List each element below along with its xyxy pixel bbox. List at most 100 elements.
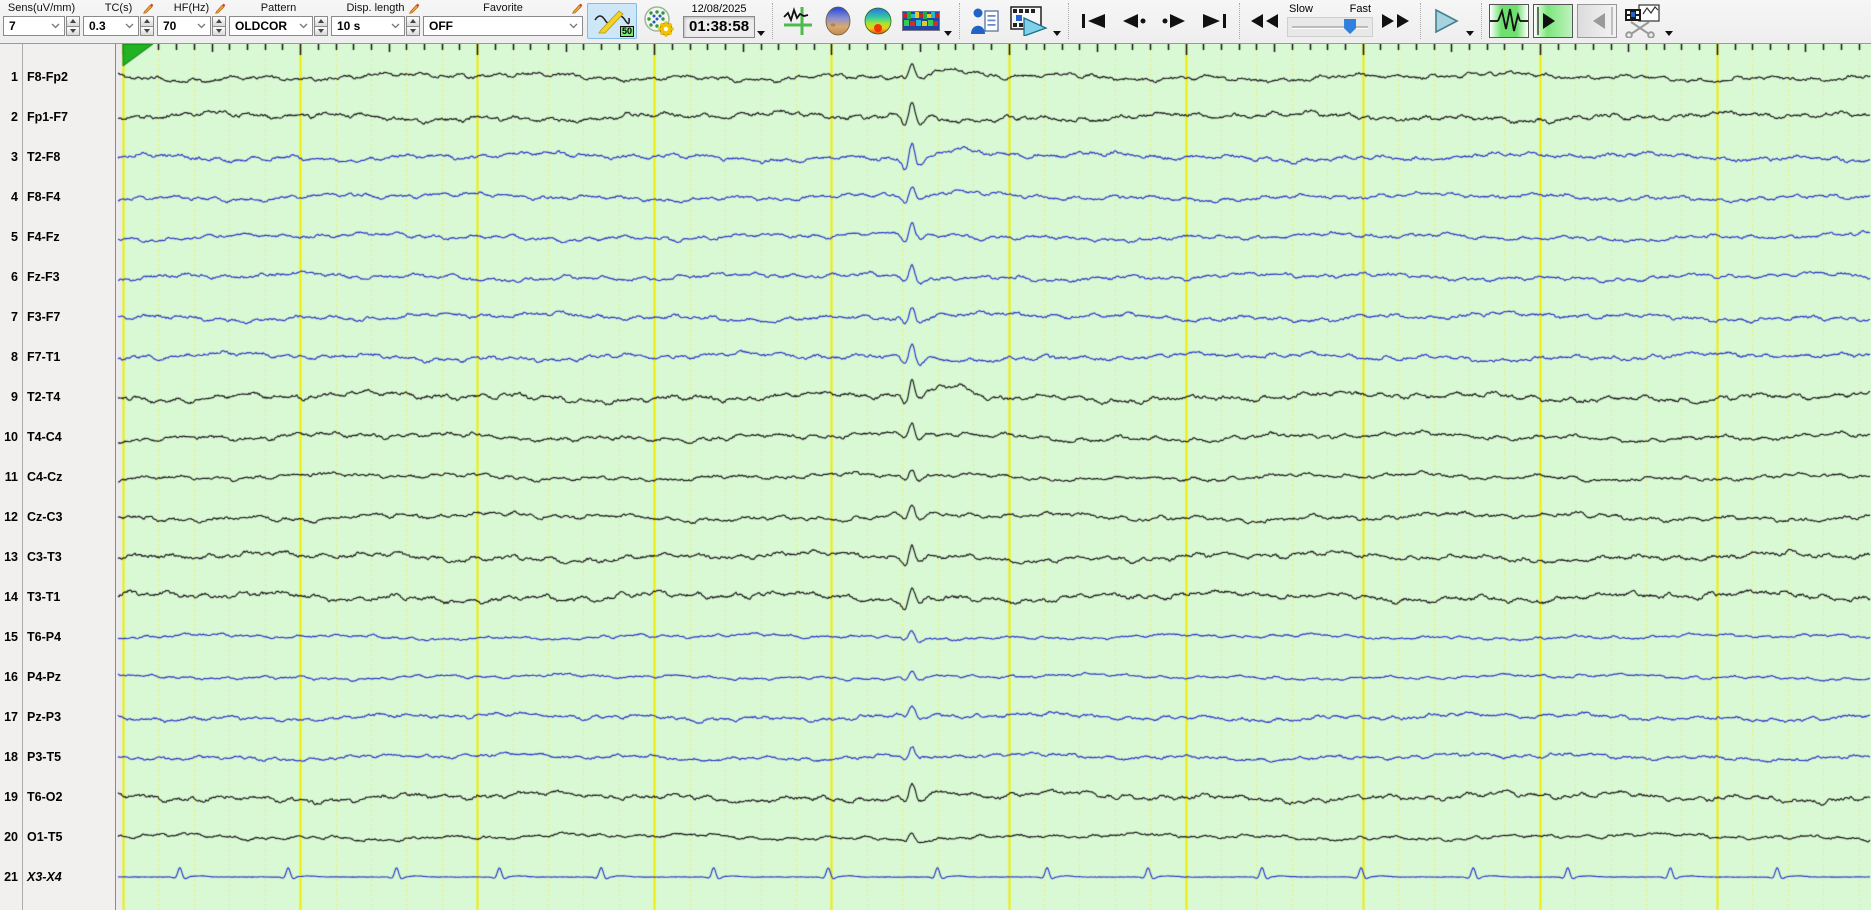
pattern-combo[interactable]: OLDCOR — [229, 16, 313, 36]
waveform-green-icon — [1490, 5, 1529, 37]
maps-dropdown-icon[interactable] — [944, 31, 953, 36]
pencil-icon — [408, 2, 420, 19]
hf-value: 70 — [163, 19, 177, 33]
speed-fast-label: Fast — [1349, 3, 1372, 15]
channel-row[interactable]: 17 Pz-P3 — [0, 707, 61, 727]
favorite-group: Favorite OFF — [423, 1, 583, 36]
channel-row[interactable]: 13 C3-T3 — [0, 547, 62, 567]
play-dropdown-icon[interactable] — [1466, 31, 1475, 36]
disp-length-spin-down[interactable] — [406, 25, 420, 36]
tc-spin-down[interactable] — [140, 25, 154, 36]
channel-row[interactable]: 14 T3-T1 — [0, 587, 60, 607]
channel-number: 12 — [4, 510, 18, 524]
rewind-icon — [1251, 14, 1279, 28]
toolbar-separator — [1420, 3, 1422, 39]
channel-label: T2-F8 — [27, 150, 61, 164]
sens-value: 7 — [9, 19, 16, 33]
channel-row[interactable]: 2 Fp1-F7 — [0, 107, 68, 127]
channel-number: 7 — [11, 310, 18, 324]
hf-spin-down[interactable] — [212, 25, 226, 36]
dsa-spectrogram-button[interactable] — [899, 4, 943, 38]
video-clip-button[interactable] — [1620, 4, 1664, 38]
channel-row[interactable]: 21 X3-X4 — [0, 867, 62, 887]
channel-row[interactable]: 3 T2-F8 — [0, 147, 60, 167]
faster-button[interactable] — [1376, 4, 1414, 38]
channel-label: Fz-F3 — [27, 270, 60, 284]
channel-number: 19 — [4, 790, 18, 804]
hf-spinner — [212, 16, 226, 36]
pattern-group: Pattern OLDCOR — [229, 1, 328, 36]
channel-number: 6 — [11, 270, 18, 284]
datetime-dropdown-icon[interactable] — [757, 31, 766, 36]
channel-label: Fp1-F7 — [27, 110, 68, 124]
review-mode-button[interactable] — [1489, 4, 1530, 38]
step-back-button[interactable] — [1115, 4, 1153, 38]
notch-filter-button[interactable]: 50 — [587, 3, 637, 39]
trace-view-button[interactable] — [779, 4, 817, 38]
speed-slider-track[interactable] — [1287, 17, 1374, 37]
skip-to-end-icon — [1203, 14, 1227, 28]
channel-row[interactable]: 18 P3-T5 — [0, 747, 61, 767]
sens-spin-down[interactable] — [66, 25, 80, 36]
sens-combo[interactable]: 7 — [3, 16, 65, 36]
play-from-here-button[interactable] — [1533, 4, 1574, 38]
channel-gutter: 1 F8-Fp2 2 Fp1-F7 3 T2-F8 4 F8-F4 5 F4-Fz 6 Fz-F3 7 F… — [0, 44, 116, 910]
channel-row[interactable]: 16 P4-Pz — [0, 667, 61, 687]
video-playback-button[interactable] — [1006, 4, 1052, 38]
channel-row[interactable]: 7 F3-F7 — [0, 307, 60, 327]
head-3d-map-button[interactable] — [819, 4, 857, 38]
channel-row[interactable]: 15 T6-P4 — [0, 627, 61, 647]
clip-dropdown-icon[interactable] — [1665, 31, 1674, 36]
channel-row[interactable]: 10 T4-C4 — [0, 427, 62, 447]
pattern-spin-down[interactable] — [314, 25, 328, 36]
channel-row[interactable]: 12 Cz-C3 — [0, 507, 62, 527]
favorite-label: Favorite — [483, 2, 523, 14]
hf-label: HF(Hz) — [173, 2, 210, 14]
channel-number: 16 — [4, 670, 18, 684]
channel-row[interactable]: 9 T2-T4 — [0, 387, 60, 407]
channel-number: 20 — [4, 830, 18, 844]
toolbar-separator — [959, 3, 961, 39]
arrow-down-icon — [318, 28, 324, 33]
speed-slider-block: Slow Fast — [1287, 3, 1374, 37]
channel-row[interactable]: 1 F8-Fp2 — [0, 67, 68, 87]
go-to-start-button[interactable] — [1075, 4, 1113, 38]
hf-combo[interactable]: 70 — [157, 16, 211, 36]
tc-combo[interactable]: 0.3 — [83, 16, 139, 36]
disp-length-spinner — [406, 16, 420, 36]
channel-row[interactable]: 20 O1-T5 — [0, 827, 62, 847]
video-dropdown-icon[interactable] — [1053, 31, 1062, 36]
channel-row[interactable]: 5 F4-Fz — [0, 227, 60, 247]
channel-row[interactable]: 11 C4-Cz — [0, 467, 63, 487]
sens-group: Sens(uV/mm) 7 — [3, 1, 80, 36]
disp-length-combo[interactable]: 10 s — [331, 16, 405, 36]
disp-length-value: 10 s — [337, 19, 361, 33]
montage-settings-button[interactable] — [640, 4, 678, 38]
channel-label: X3-X4 — [27, 870, 62, 884]
channel-label: P4-Pz — [27, 670, 62, 684]
channel-number: 5 — [11, 230, 18, 244]
patient-info-button[interactable] — [966, 4, 1004, 38]
play-button[interactable] — [1427, 4, 1465, 38]
slower-button[interactable] — [1246, 4, 1284, 38]
speed-slider-handle[interactable] — [1344, 19, 1357, 34]
step-forward-button[interactable] — [1155, 4, 1193, 38]
arrow-up-icon — [216, 19, 222, 24]
channel-row[interactable]: 4 F8-F4 — [0, 187, 60, 207]
favorite-combo[interactable]: OFF — [423, 16, 583, 36]
time-display[interactable]: 01:38:58 — [683, 16, 756, 38]
channel-row[interactable]: 19 T6-O2 — [0, 787, 62, 807]
notch-value-badge: 50 — [619, 26, 634, 37]
electrode-map-gear-icon — [644, 6, 674, 37]
topo-map-button[interactable] — [859, 4, 897, 38]
chevron-down-icon — [125, 23, 134, 29]
eeg-trace-canvas[interactable] — [116, 44, 1871, 910]
datetime-block: 12/08/2025 01:38:58 — [683, 2, 756, 38]
go-to-end-button[interactable] — [1195, 4, 1233, 38]
channel-row[interactable]: 8 F7-T1 — [0, 347, 60, 367]
play-icon — [1435, 8, 1459, 34]
tc-label: TC(s) — [104, 2, 133, 14]
channel-row[interactable]: 6 Fz-F3 — [0, 267, 60, 287]
arrow-down-icon — [144, 28, 150, 33]
tc-spinner — [140, 16, 154, 36]
